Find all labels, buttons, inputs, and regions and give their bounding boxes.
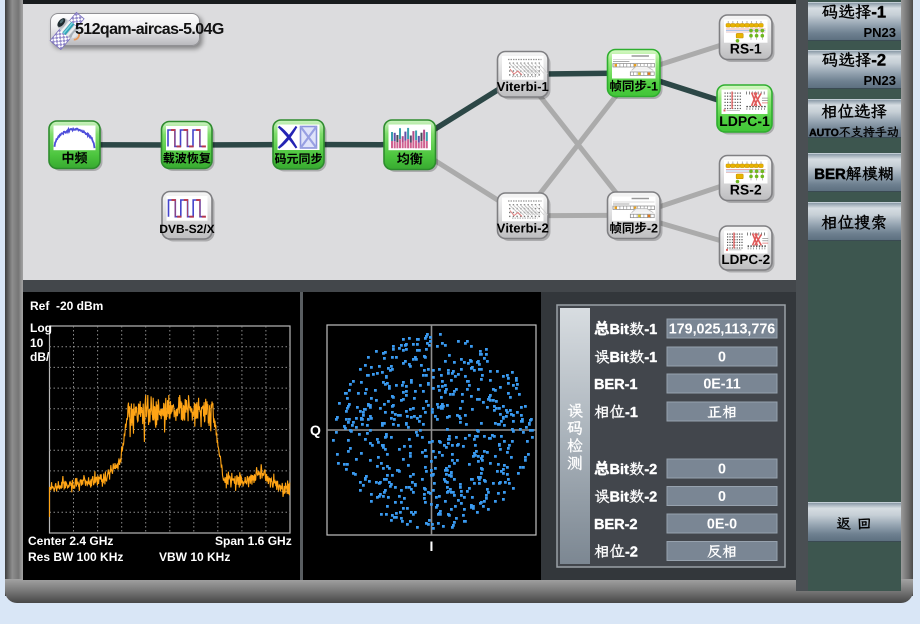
svg-text:0E-0: 0E-0 (707, 516, 737, 532)
svg-text:0E-11: 0E-11 (703, 376, 740, 392)
svg-text:PN23: PN23 (863, 73, 896, 88)
svg-text:0: 0 (718, 489, 726, 505)
svg-text:0: 0 (718, 349, 726, 365)
svg-text:Q: Q (310, 422, 321, 438)
svg-text:PN23: PN23 (863, 25, 896, 40)
svg-text:I: I (430, 538, 434, 554)
svg-text:0: 0 (718, 461, 726, 477)
svg-text:179,025,113,776: 179,025,113,776 (669, 321, 776, 337)
